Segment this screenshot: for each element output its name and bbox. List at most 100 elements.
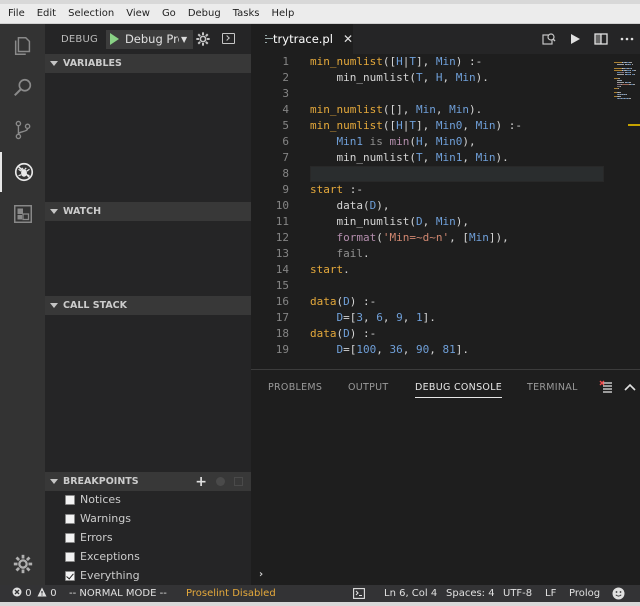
encoding[interactable]: UTF-8 [503,585,532,602]
code-token: ), [495,231,509,244]
files-icon[interactable] [0,26,45,66]
everything-checkbox[interactable] [65,570,75,581]
start-debugging-icon[interactable] [109,33,119,45]
menu-edit[interactable]: Edit [31,4,62,24]
minimap-stroke [614,70,622,71]
open-changes-icon[interactable] [536,24,562,54]
code-token: , [382,311,397,324]
more-actions-icon[interactable] [614,24,640,54]
code-token: , [402,343,416,356]
debug-config-select[interactable]: Debug Pro ▼ [105,29,193,49]
tab-output[interactable]: OUTPUT [348,382,389,393]
breakpoint-everything[interactable]: Everything [65,566,140,585]
line-number: 11 [275,215,289,228]
extensions-icon[interactable] [0,194,45,234]
code-token: D [343,327,350,340]
clear-console-icon[interactable] [599,380,613,394]
menu-tasks[interactable]: Tasks [227,4,266,24]
breakpoint-errors[interactable]: Errors [65,528,113,547]
add-breakpoint-icon[interactable]: + [195,474,207,490]
breakpoint-exceptions[interactable]: Exceptions [65,547,140,566]
remove-breakpoints-icon[interactable] [234,477,243,486]
tab-debug-console[interactable]: DEBUG CONSOLE [415,382,503,398]
line-number: 1 [282,55,289,68]
errors-status[interactable]: 0 [12,585,32,602]
line-number: 5 [282,119,289,132]
menu-selection[interactable]: Selection [62,4,120,24]
settings-gear-icon[interactable] [0,544,45,584]
menu-view[interactable]: View [120,4,156,24]
code-token: , [402,103,416,116]
code-token: ), [376,199,390,212]
run-icon[interactable] [562,24,588,54]
call-stack-header[interactable]: CALL STACK [45,296,251,315]
watch-header[interactable]: WATCH [45,202,251,221]
menu-go[interactable]: Go [156,4,182,24]
debug-title: DEBUG [61,33,98,45]
indentation[interactable]: Spaces: 4 [446,585,495,602]
line-number: 17 [275,311,289,324]
debug-console-icon[interactable] [222,33,235,44]
code-editor[interactable]: 1 2 3 4 5 6 7 8 9 10 11 12 13 14 15 16 17 18 19 min_numlis… [251,54,640,369]
code-token: 81 [442,343,456,356]
breakpoint-label: Exceptions [80,550,140,563]
error-icon [12,587,22,597]
code-token: Min [468,231,489,244]
minimap-stroke [630,68,633,69]
variables-header[interactable]: VARIABLES [45,54,251,73]
language-mode[interactable]: Prolog [569,585,600,602]
code-token: fail [336,247,364,260]
console-prompt[interactable]: › [259,569,263,580]
minimap-stroke [629,98,631,99]
breakpoint-notices[interactable]: Notices [65,490,121,509]
code-token: start [310,183,344,196]
code-token: =[ [343,311,357,324]
menu-file[interactable]: File [0,4,31,24]
code-token: ( [376,231,383,244]
toggle-breakpoints-icon[interactable] [216,477,225,486]
feedback-smiley-icon[interactable] [612,587,625,600]
debug-icon[interactable] [0,152,45,192]
split-editor-icon[interactable] [588,24,614,54]
breakpoint-warnings[interactable]: Warnings [65,509,131,528]
code-token: H [396,119,403,132]
variables-title: VARIABLES [63,58,122,69]
menu-help[interactable]: Help [266,4,301,24]
close-icon[interactable]: ✕ [343,32,353,46]
tab-problems[interactable]: PROBLEMS [268,382,322,393]
search-icon[interactable] [0,68,45,108]
exceptions-checkbox[interactable] [65,551,75,562]
menu-debug[interactable]: Debug [182,4,227,24]
source-control-icon[interactable] [0,110,45,150]
debug-settings-gear-icon[interactable] [195,31,211,47]
code-line: min_numlist([], Min, Min). [310,102,482,118]
code-line: min_numlist(D, Min), [310,214,469,230]
code-token: ]. [455,343,469,356]
watch-title: WATCH [63,206,102,217]
minimap[interactable] [610,54,640,369]
terminal-icon[interactable] [353,588,365,599]
tab-terminal[interactable]: TERMINAL [527,382,578,393]
errors-checkbox[interactable] [65,532,75,543]
code-token: ( [409,151,416,164]
warnings-checkbox[interactable] [65,513,75,524]
code-token: ( [409,71,416,84]
code-token: min_numlist [310,103,383,116]
end-of-line[interactable]: LF [545,585,556,602]
code-token: ) :- [349,327,377,340]
tab-trytrace[interactable]: trytrace.pl ✕ [251,24,353,54]
debug-toolbar: DEBUG Debug Pro ▼ [45,24,251,54]
code-token: 'Min=~d~n' [382,231,450,244]
breakpoints-header[interactable]: BREAKPOINTS + [45,472,251,491]
notices-checkbox[interactable] [65,494,75,505]
code-line: min_numlist(T, Min1, Min). [310,150,509,166]
code-token: =[ [343,343,357,356]
cursor-position[interactable]: Ln 6, Col 4 [384,585,437,602]
maximize-panel-icon[interactable] [624,383,636,391]
code-token: Min1 [336,135,364,148]
warnings-status[interactable]: 0 [37,585,57,602]
breakpoint-label: Everything [80,569,140,582]
proselint-status[interactable]: Proselint Disabled [186,585,276,602]
